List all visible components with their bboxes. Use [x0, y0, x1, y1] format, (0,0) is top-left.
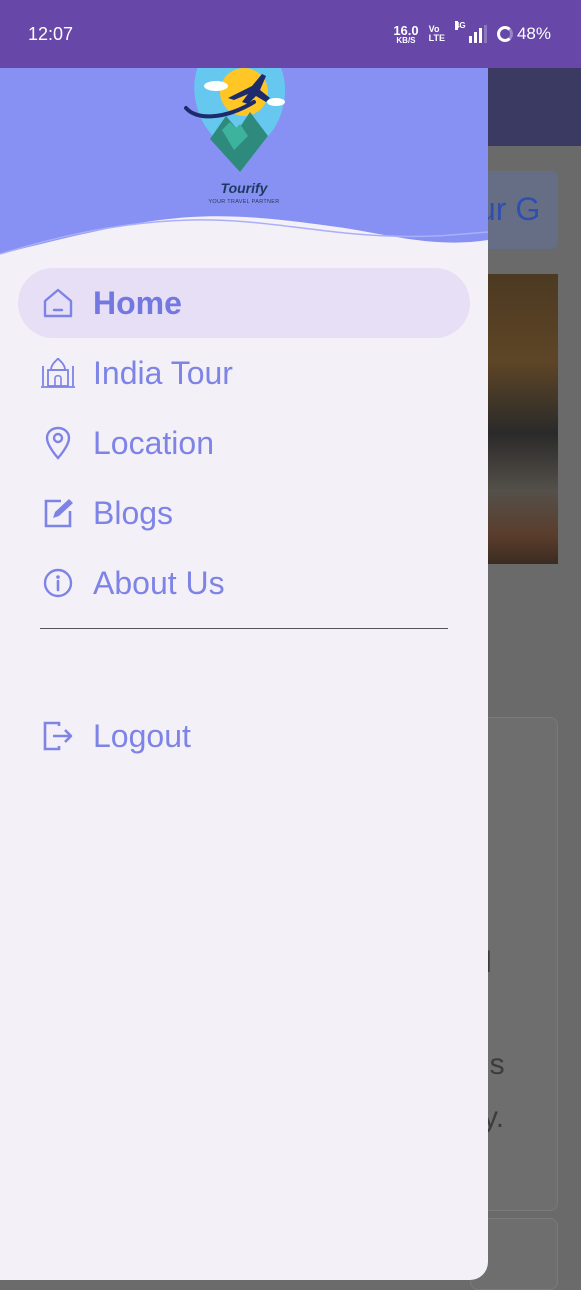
taj-mahal-icon: [40, 355, 76, 391]
battery-level: 48%: [516, 24, 551, 43]
logout-label: Logout: [93, 717, 191, 754]
background-photo: [480, 274, 558, 564]
edit-note-icon: [40, 495, 76, 531]
drawer-item-label: Location: [93, 424, 214, 461]
brand-name: Tourify: [220, 180, 268, 196]
drawer-item-about-us[interactable]: About Us: [0, 548, 488, 618]
signal-icon: 4G: [454, 21, 487, 43]
drawer-item-india-tour[interactable]: India Tour: [0, 338, 488, 408]
volte-bottom: LTE: [428, 33, 445, 43]
brand-tagline: YOUR TRAVEL PARTNER: [208, 199, 280, 205]
drawer-item-location[interactable]: Location: [0, 408, 488, 478]
drawer-header: Tourify YOUR TRAVEL PARTNER: [0, 64, 488, 256]
location-pin-icon: [40, 425, 76, 461]
navigation-drawer: Tourify YOUR TRAVEL PARTNER Home India T…: [0, 64, 488, 1280]
status-bar: 12:07 16.0 KB/S Vo LTE 4G 48%: [0, 0, 581, 68]
drawer-item-logout[interactable]: Logout: [0, 701, 488, 771]
logout-icon: [40, 718, 76, 754]
drawer-item-home[interactable]: Home: [0, 268, 488, 338]
menu-divider: [40, 628, 448, 629]
drawer-item-label: About Us: [93, 564, 225, 601]
home-icon: [40, 285, 76, 321]
network-speed-value: 16.0: [393, 22, 419, 38]
network-speed-unit: KB/S: [396, 35, 416, 45]
drawer-item-label: Home: [93, 284, 182, 321]
network-type: 4G: [454, 21, 466, 30]
drawer-item-label: Blogs: [93, 494, 174, 531]
network-speed: 16.0 KB/S: [393, 24, 418, 45]
drawer-item-blogs[interactable]: Blogs: [0, 478, 488, 548]
battery-icon: [496, 26, 513, 42]
drawer-item-label: India Tour: [93, 354, 233, 391]
drawer-menu: Home India Tour Location Blogs About Us: [0, 268, 488, 771]
info-icon: [40, 565, 76, 601]
status-indicators: 16.0 KB/S Vo LTE 4G 48%: [393, 21, 551, 45]
volte-indicator: Vo LTE: [428, 24, 445, 44]
status-time: 12:07: [28, 23, 74, 44]
